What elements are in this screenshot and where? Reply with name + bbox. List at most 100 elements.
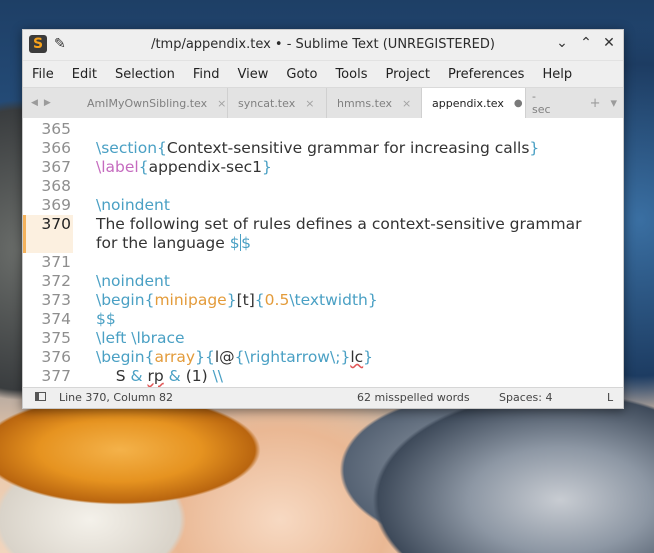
cursor-position: Line 370, Column 82 — [59, 391, 174, 404]
line-number: 369 — [41, 196, 71, 214]
close-icon[interactable]: ✕ — [600, 35, 618, 51]
code-line[interactable]: 368 — [23, 177, 623, 196]
code-token: } — [340, 348, 351, 366]
code-text: $$ — [96, 310, 116, 329]
code-token: for the language — [96, 234, 230, 252]
code-line[interactable]: 365 — [23, 120, 623, 139]
menu-find[interactable]: Find — [184, 67, 229, 82]
code-line[interactable]: 377 S & rp & (1) \\ — [23, 367, 623, 386]
menu-tools[interactable]: Tools — [326, 67, 376, 82]
code-token: } — [367, 291, 378, 309]
code-token: { — [204, 348, 215, 366]
code-line[interactable]: 375 \left \lbrace — [23, 329, 623, 348]
code-line[interactable]: 369 \noindent — [23, 196, 623, 215]
maximize-icon[interactable]: ⌃ — [577, 35, 595, 51]
indentation-status[interactable]: Spaces: 4 — [499, 391, 552, 404]
code-token: { — [157, 139, 167, 157]
code-token: } — [262, 158, 272, 176]
code-token: \noindent — [96, 196, 170, 214]
code-line[interactable]: 373 \begin{minipage}[t]{0.5\textwidth} — [23, 291, 623, 310]
unsaved-dot-icon[interactable]: ● — [514, 98, 523, 109]
syntax-status[interactable]: L — [607, 391, 613, 404]
line-number: 375 — [41, 329, 71, 347]
menu-goto[interactable]: Goto — [277, 67, 326, 82]
menu-view[interactable]: View — [229, 67, 278, 82]
tab-prev-icon[interactable]: ◀ — [31, 98, 38, 108]
tab-close-icon[interactable]: × — [217, 97, 226, 110]
menu-bar: File Edit Selection Find View Goto Tools… — [23, 61, 623, 88]
tab-tools: + ▾ — [590, 88, 617, 118]
code-token: \begin — [96, 348, 145, 366]
code-line[interactable]: 376 \begin{array}{l@{\rightarrow\;}lc} — [23, 348, 623, 367]
code-text: for the language $$ — [96, 234, 251, 253]
code-token: } — [226, 291, 237, 309]
code-token: \rightarrow — [244, 348, 330, 366]
line-number: 373 — [41, 291, 71, 309]
code-token: \section — [96, 139, 158, 157]
line-number: 376 — [41, 348, 71, 366]
line-number: 374 — [41, 310, 71, 328]
new-tab-icon[interactable]: + — [590, 96, 601, 111]
code-text: \label{appendix-sec1} — [96, 158, 272, 177]
menu-project[interactable]: Project — [376, 67, 438, 82]
tab-list-icon[interactable]: ▾ — [610, 96, 617, 111]
code-token: { — [234, 348, 245, 366]
tab-appendix[interactable]: appendix.tex ● — [422, 88, 526, 118]
code-line[interactable]: 371 — [23, 253, 623, 272]
tab-hmms[interactable]: hmms.tex × — [327, 88, 422, 118]
code-line[interactable]: 366 \section{Context-sensitive grammar fo… — [23, 139, 623, 158]
tab-label: hmms.tex — [337, 96, 393, 110]
code-token: S — [96, 367, 131, 385]
code-line[interactable]: for the language $$ — [23, 234, 623, 253]
code-text: \begin{array}{l@{\rightarrow\;}lc} — [96, 348, 373, 367]
code-text: \left \lbrace — [96, 329, 185, 348]
title-bar[interactable]: S ✎ /tmp/appendix.tex • - Sublime Text (… — [23, 30, 623, 61]
code-token: { — [254, 291, 265, 309]
code-line[interactable]: 372 \noindent — [23, 272, 623, 291]
code-token: (1) — [180, 367, 213, 385]
line-number: 366 — [41, 139, 71, 157]
line-number: 365 — [41, 120, 71, 138]
code-token: \label — [96, 158, 139, 176]
menu-edit[interactable]: Edit — [63, 67, 106, 82]
editor-area[interactable]: 365 366 \section{Context-sensitive grammar… — [23, 118, 623, 388]
line-number: 370 — [41, 215, 71, 233]
code-token: \left \lbrace — [96, 329, 185, 347]
menu-preferences[interactable]: Preferences — [439, 67, 533, 82]
menu-help[interactable]: Help — [533, 67, 581, 82]
tab-syncat[interactable]: syncat.tex × — [228, 88, 327, 118]
code-token: { — [144, 348, 155, 366]
menu-selection[interactable]: Selection — [106, 67, 184, 82]
code-token: $$ — [96, 310, 116, 328]
tab-next-icon[interactable]: ▶ — [44, 98, 51, 108]
menu-file[interactable]: File — [23, 67, 63, 82]
code-token: $ — [241, 234, 251, 252]
code-text: S & rp & (1) \\ — [96, 367, 223, 386]
code-token: \begin — [96, 291, 145, 309]
code-token: { — [144, 291, 155, 309]
code-line[interactable]: 374 $$ — [23, 310, 623, 329]
code-text: \noindent — [96, 196, 170, 215]
code-text: \begin{minipage}[t]{0.5\textwidth} — [96, 291, 378, 310]
code-text: The following set of rules defines a con… — [96, 215, 581, 234]
tab-label: AmIMyOwnSibling.tex — [87, 96, 208, 110]
tab-overflow[interactable]: -sec — [526, 88, 552, 118]
tab-close-icon[interactable]: × — [402, 97, 411, 110]
tab-amimyownsibling[interactable]: AmIMyOwnSibling.tex × — [77, 88, 228, 118]
code-token: } — [363, 348, 374, 366]
code-line[interactable]: 370 The following set of rules defines a … — [23, 215, 623, 234]
line-number: 368 — [41, 177, 71, 195]
panel-toggle-icon[interactable] — [35, 392, 46, 401]
code-token: \; — [329, 348, 341, 366]
code-line[interactable]: 367 \label{appendix-sec1} — [23, 158, 623, 177]
spellcheck-status[interactable]: 62 misspelled words — [357, 391, 470, 404]
code-token: \textwidth — [289, 291, 368, 309]
tab-close-icon[interactable]: × — [305, 97, 314, 110]
code-token: rp — [147, 367, 164, 385]
minimize-icon[interactable]: ⌄ — [553, 35, 571, 51]
code-token: $ — [229, 234, 240, 252]
code-token: \noindent — [96, 272, 170, 290]
code-text: \section{Context-sensitive grammar for i… — [96, 139, 539, 158]
code-token: } — [529, 139, 540, 157]
code-text: \noindent — [96, 272, 170, 291]
